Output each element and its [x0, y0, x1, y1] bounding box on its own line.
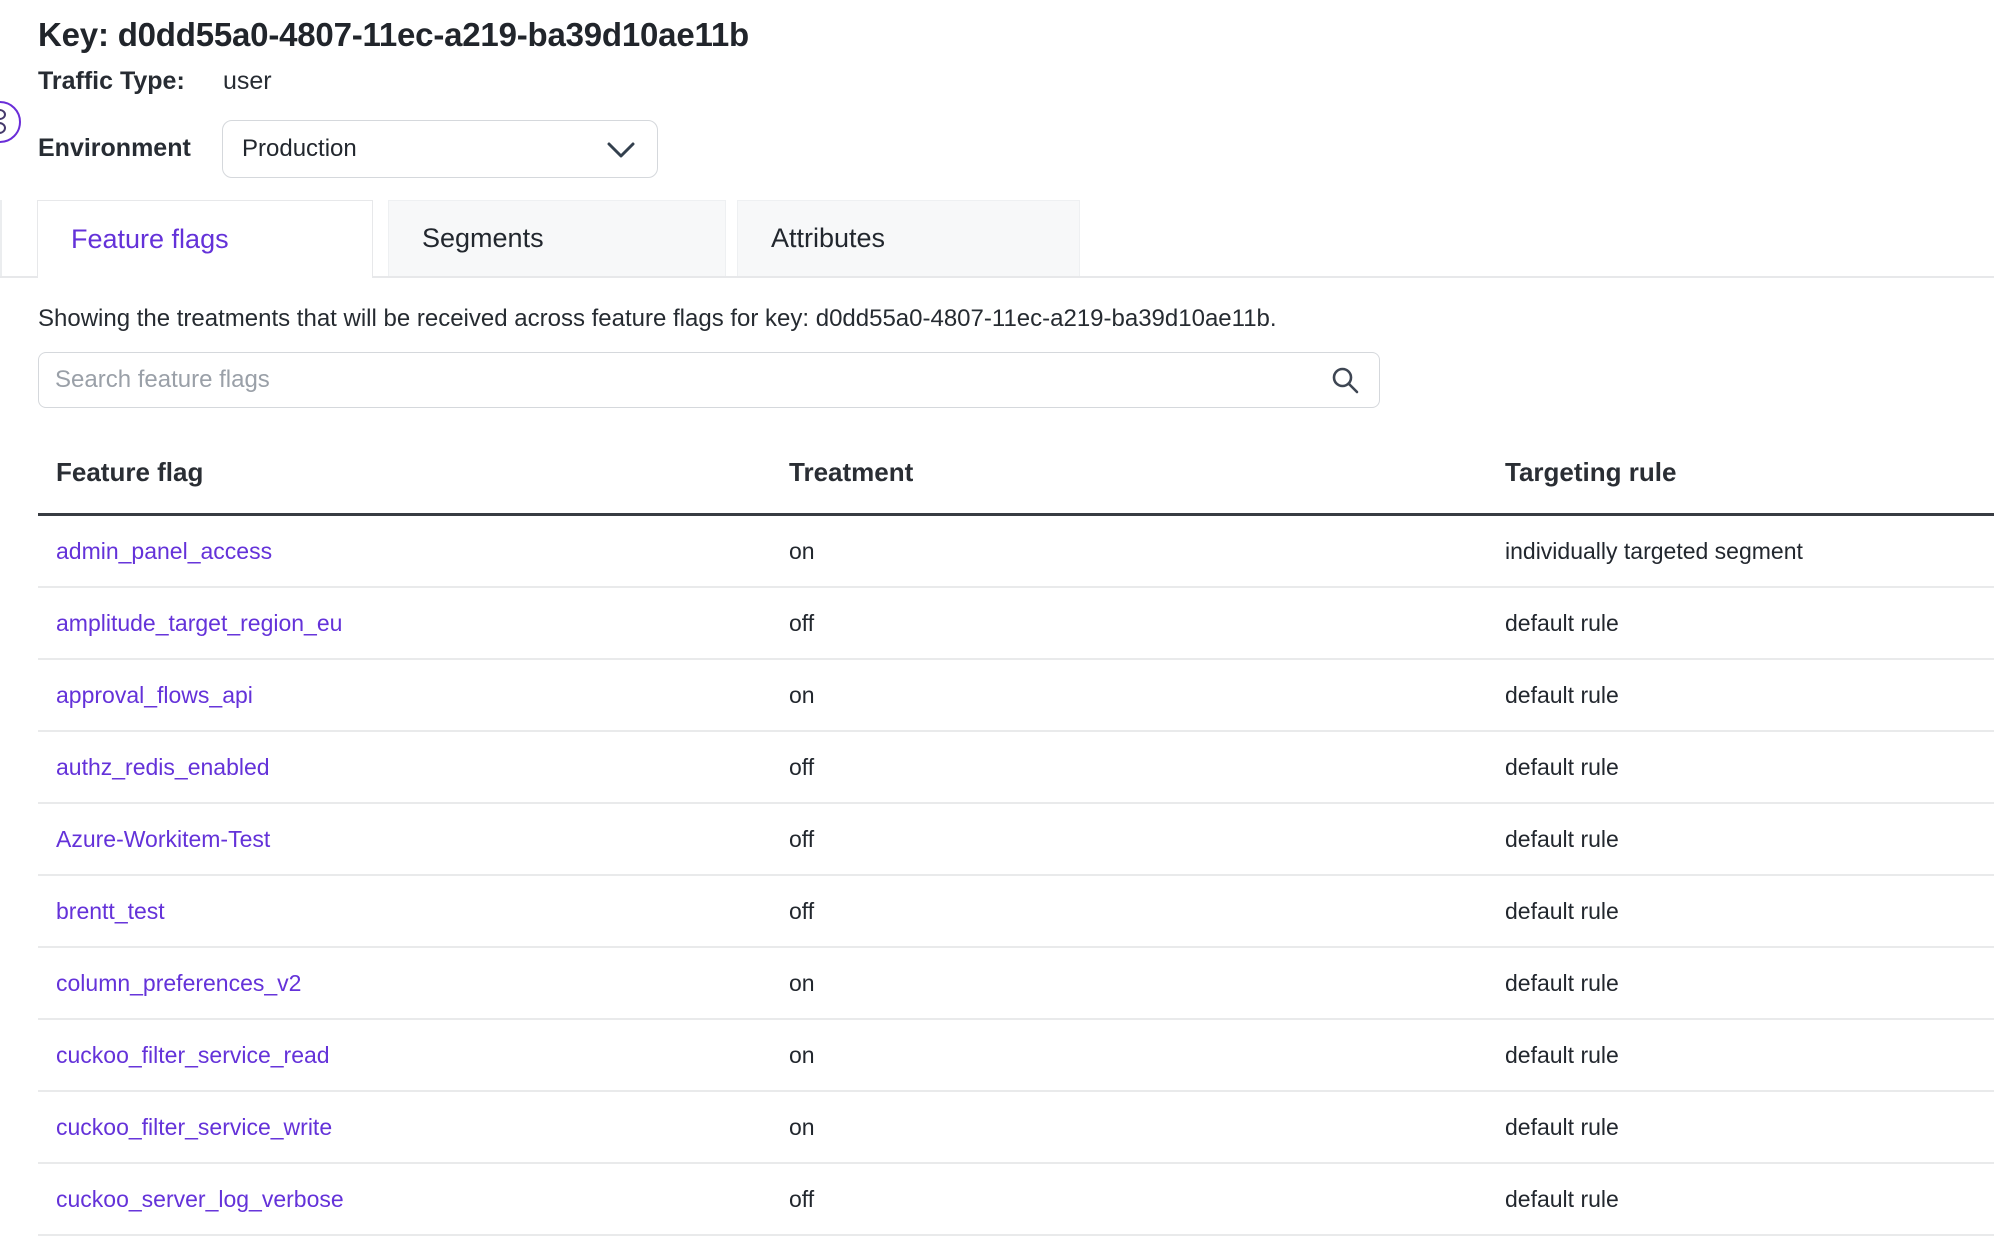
feature-flag-link[interactable]: authz_redis_enabled — [56, 754, 270, 780]
treatment-value: on — [789, 970, 1505, 997]
tab-bar: Feature flags Segments Attributes — [0, 200, 1994, 278]
treatments-page: Key: d0dd55a0-4807-11ec-a219-ba39d10ae11… — [0, 0, 1994, 1252]
targeting-rule-value: default rule — [1505, 754, 1994, 781]
feature-flags-table: Feature flag Treatment Targeting rule ad… — [38, 432, 1994, 1236]
environment-selected-value: Production — [223, 135, 357, 163]
table-row: brentt_test off default rule — [38, 876, 1994, 948]
table-body: admin_panel_access on individually targe… — [38, 516, 1994, 1236]
feature-flag-link[interactable]: admin_panel_access — [56, 538, 272, 564]
treatments-description: Showing the treatments that will be rece… — [38, 305, 1277, 333]
targeting-rule-value: default rule — [1505, 898, 1994, 925]
treatment-value: off — [789, 826, 1505, 853]
environment-select[interactable]: Production — [222, 120, 658, 178]
feature-flag-link[interactable]: brentt_test — [56, 898, 165, 924]
table-row: cuckoo_server_log_verbose off default ru… — [38, 1164, 1994, 1236]
targeting-rule-value: default rule — [1505, 610, 1994, 637]
table-header-row: Feature flag Treatment Targeting rule — [38, 432, 1994, 516]
feature-flag-link[interactable]: Azure-Workitem-Test — [56, 826, 270, 852]
targeting-rule-value: default rule — [1505, 1186, 1994, 1213]
treatment-value: on — [789, 538, 1505, 565]
table-row: cuckoo_filter_service_write on default r… — [38, 1092, 1994, 1164]
feature-flag-link[interactable]: cuckoo_filter_service_read — [56, 1042, 330, 1068]
table-row: approval_flows_api on default rule — [38, 660, 1994, 732]
search-icon[interactable] — [1329, 365, 1361, 402]
table-row: column_preferences_v2 on default rule — [38, 948, 1994, 1020]
column-header-treatment: Treatment — [789, 457, 1505, 488]
column-header-targeting-rule: Targeting rule — [1505, 457, 1994, 488]
targeting-rule-value: default rule — [1505, 1042, 1994, 1069]
environment-label: Environment — [38, 134, 191, 163]
targeting-rule-value: individually targeted segment — [1505, 538, 1994, 565]
treatment-value: on — [789, 682, 1505, 709]
treatment-value: on — [789, 1114, 1505, 1141]
column-header-feature-flag: Feature flag — [56, 457, 789, 488]
treatment-value: off — [789, 1186, 1505, 1213]
feature-flag-link[interactable]: cuckoo_filter_service_write — [56, 1114, 332, 1140]
feature-flag-link[interactable]: cuckoo_server_log_verbose — [56, 1186, 344, 1212]
feature-flag-link[interactable]: column_preferences_v2 — [56, 970, 301, 996]
traffic-type-value: user — [223, 67, 272, 96]
chevron-down-icon — [607, 142, 635, 164]
table-row: amplitude_target_region_eu off default r… — [38, 588, 1994, 660]
search-input[interactable] — [39, 353, 1379, 407]
tab-feature-flags[interactable]: Feature flags — [37, 200, 373, 278]
table-row: cuckoo_filter_service_read on default ru… — [38, 1020, 1994, 1092]
tab-attributes[interactable]: Attributes — [737, 200, 1080, 276]
traffic-type-row: Traffic Type: user — [38, 67, 185, 96]
traffic-type-label: Traffic Type: — [38, 67, 185, 95]
treatment-value: off — [789, 898, 1505, 925]
treatment-value: off — [789, 754, 1505, 781]
targeting-rule-value: default rule — [1505, 1114, 1994, 1141]
tabbar-left-edge — [0, 200, 2, 278]
table-row: admin_panel_access on individually targe… — [38, 516, 1994, 588]
page-title: Key: d0dd55a0-4807-11ec-a219-ba39d10ae11… — [38, 16, 749, 54]
feature-flag-link[interactable]: approval_flows_api — [56, 682, 253, 708]
targeting-rule-value: default rule — [1505, 826, 1994, 853]
tab-segments[interactable]: Segments — [388, 200, 726, 276]
treatment-value: off — [789, 610, 1505, 637]
targeting-rule-value: default rule — [1505, 970, 1994, 997]
cut-off-circle-icon[interactable] — [0, 101, 21, 143]
feature-flag-link[interactable]: amplitude_target_region_eu — [56, 610, 342, 636]
treatment-value: on — [789, 1042, 1505, 1069]
table-row: Azure-Workitem-Test off default rule — [38, 804, 1994, 876]
search-box — [38, 352, 1380, 408]
targeting-rule-value: default rule — [1505, 682, 1994, 709]
table-row: authz_redis_enabled off default rule — [38, 732, 1994, 804]
